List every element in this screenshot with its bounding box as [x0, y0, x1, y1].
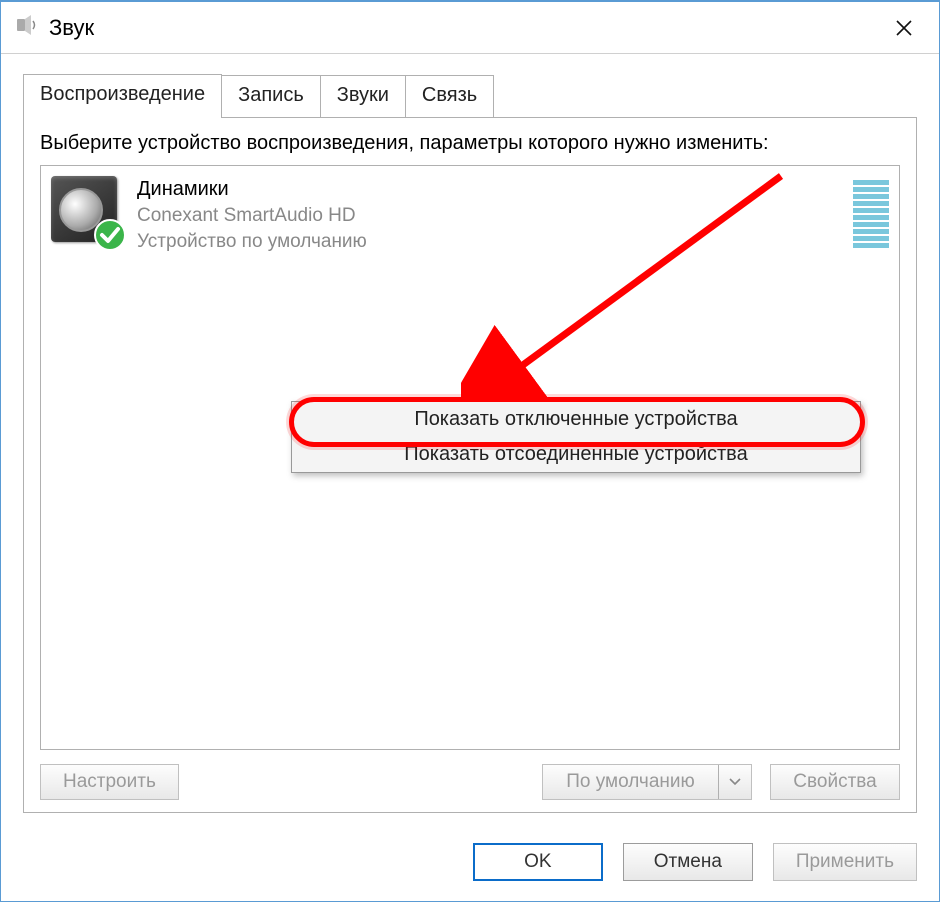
window-title: Звук [49, 15, 859, 41]
button-label: Свойства [793, 771, 876, 793]
button-label: OK [524, 851, 551, 873]
panel-button-row: Настроить По умолчанию Свойства [40, 764, 900, 800]
tab-label: Воспроизведение [40, 83, 205, 105]
default-check-icon [93, 218, 127, 252]
configure-button[interactable]: Настроить [40, 764, 179, 800]
tab-sounds[interactable]: Звуки [320, 75, 406, 117]
apply-button[interactable]: Применить [773, 843, 917, 881]
properties-button[interactable]: Свойства [770, 764, 900, 800]
menu-item-show-disconnected[interactable]: Показать отсоединенные устройства [292, 437, 860, 472]
tab-playback[interactable]: Воспроизведение [23, 74, 222, 118]
sound-dialog: Звук Воспроизведение Запись Звуки Связь … [0, 0, 940, 902]
app-icon [15, 13, 39, 42]
device-status: Устройство по умолчанию [137, 229, 837, 255]
device-driver: Conexant SmartAudio HD [137, 203, 837, 229]
chevron-down-icon[interactable] [719, 778, 751, 786]
context-menu: Показать отключенные устройства Показать… [291, 401, 861, 473]
tab-communications[interactable]: Связь [405, 75, 494, 117]
device-icon [51, 176, 121, 246]
tab-label: Связь [422, 84, 477, 106]
menu-item-label: Показать отключенные устройства [414, 408, 737, 430]
button-label: Применить [796, 851, 894, 873]
tab-recording[interactable]: Запись [221, 75, 321, 117]
instruction-text: Выберите устройство воспроизведения, пар… [40, 130, 900, 157]
device-item[interactable]: Динамики Conexant SmartAudio HD Устройст… [51, 176, 889, 254]
tab-panel-playback: Выберите устройство воспроизведения, пар… [23, 117, 917, 813]
tab-label: Звуки [337, 84, 389, 106]
button-label: Настроить [63, 771, 156, 793]
menu-item-label: Показать отсоединенные устройства [404, 443, 747, 465]
dialog-button-row: OK Отмена Применить [1, 825, 939, 901]
titlebar: Звук [1, 2, 939, 54]
dialog-body: Воспроизведение Запись Звуки Связь Выбер… [1, 54, 939, 825]
ok-button[interactable]: OK [473, 843, 603, 881]
tab-label: Запись [238, 84, 304, 106]
device-list[interactable]: Динамики Conexant SmartAudio HD Устройст… [40, 165, 900, 750]
menu-item-show-disabled[interactable]: Показать отключенные устройства [292, 402, 860, 437]
device-text: Динамики Conexant SmartAudio HD Устройст… [137, 176, 837, 254]
level-meter [853, 176, 889, 248]
button-label: По умолчанию [543, 765, 719, 799]
cancel-button[interactable]: Отмена [623, 843, 753, 881]
button-label: Отмена [654, 851, 722, 873]
device-name: Динамики [137, 176, 837, 203]
close-button[interactable] [869, 2, 939, 54]
set-default-button[interactable]: По умолчанию [542, 764, 752, 800]
tab-strip: Воспроизведение Запись Звуки Связь [23, 74, 917, 117]
